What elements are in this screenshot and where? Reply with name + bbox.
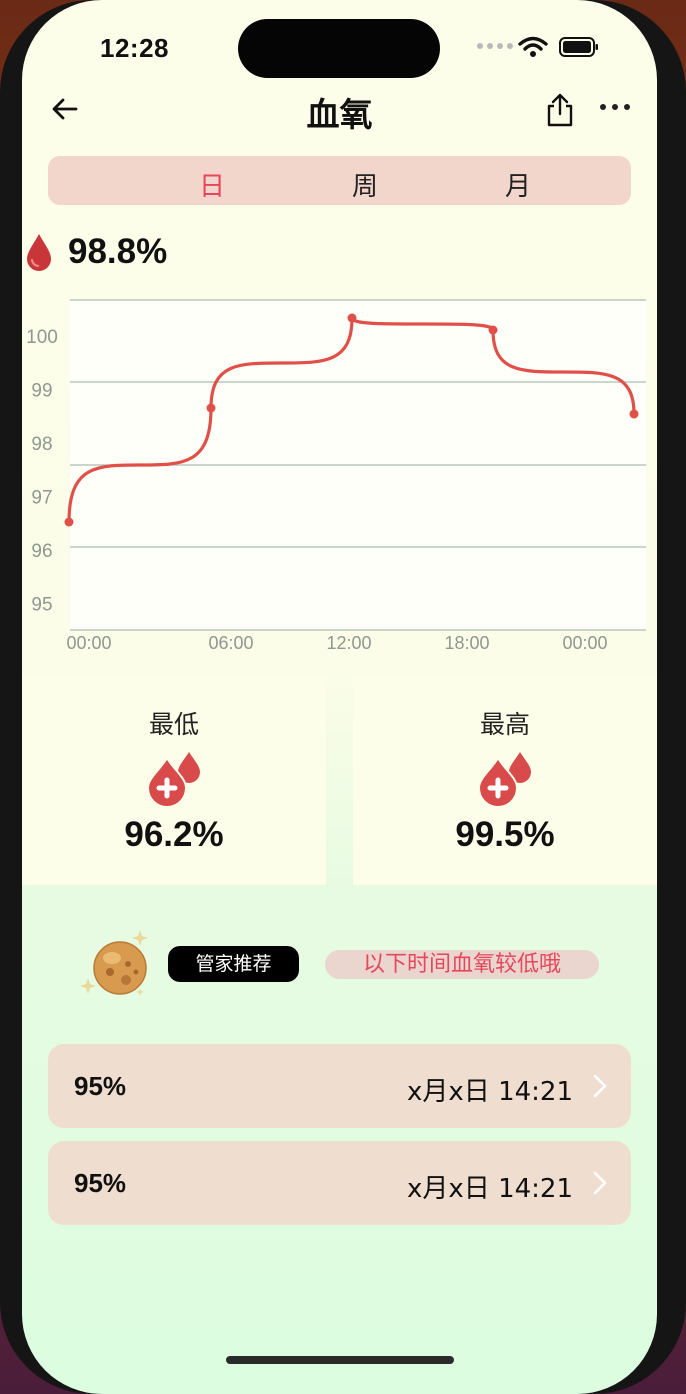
more-icon[interactable] — [600, 104, 630, 110]
battery-icon — [559, 37, 598, 57]
min-value: 96.2% — [124, 815, 224, 854]
max-label: 最高 — [479, 710, 530, 739]
status-time: 12:28 — [100, 33, 169, 63]
wifi-icon — [518, 36, 548, 57]
max-value: 99.5% — [455, 815, 555, 854]
y-tick-label: 100 — [26, 327, 58, 348]
oxygen-drops-icon — [477, 752, 531, 806]
record-time: x月x日 14:21 — [407, 1174, 573, 1204]
data-point — [488, 325, 498, 335]
y-tick-label: 96 — [31, 541, 52, 562]
chevron-right-icon — [593, 1074, 607, 1098]
y-tick-label: 97 — [31, 488, 52, 509]
x-tick-label: 18:00 — [444, 633, 489, 653]
x-tick-label: 06:00 — [208, 633, 253, 653]
x-tick-label: 12:00 — [326, 633, 371, 653]
app-screen: 12:28 血氧 日 周 月 98.8% 100 99 98 97 96 95 … — [22, 0, 657, 1394]
data-point — [206, 403, 216, 413]
y-tick-label: 95 — [31, 595, 52, 616]
record-value: 95% — [74, 1071, 127, 1101]
phone-frame: 12:28 血氧 日 周 月 98.8% 100 99 98 97 96 95 … — [0, 0, 686, 1394]
oxygen-drops-icon — [146, 752, 200, 806]
low-oxygen-note: 以下时间血氧较低哦 — [325, 950, 599, 979]
min-label: 最低 — [148, 710, 199, 739]
share-icon[interactable] — [544, 92, 576, 128]
home-indicator — [226, 1356, 454, 1364]
tab-day[interactable]: 日 — [182, 166, 242, 203]
data-point — [64, 517, 74, 527]
current-spo2-value: 98.8% — [68, 232, 168, 271]
chevron-right-icon — [593, 1171, 607, 1195]
tab-month[interactable]: 月 — [488, 166, 548, 203]
period-segmented-control: 日 周 月 — [48, 156, 631, 205]
x-tick-label: 00:00 — [66, 633, 111, 653]
butler-mascot-icon — [80, 930, 148, 996]
data-point — [629, 409, 639, 419]
record-time: x月x日 14:21 — [407, 1077, 573, 1107]
record-value: 95% — [74, 1168, 127, 1198]
signal-icon — [477, 43, 513, 49]
record-row[interactable]: 95% x月x日 14:21 — [48, 1044, 631, 1128]
min-stat-card: 最低 96.2% — [22, 675, 326, 885]
x-tick-label: 00:00 — [562, 633, 607, 653]
record-row[interactable]: 95% x月x日 14:21 — [48, 1141, 631, 1225]
spo2-line-chart: 100 99 98 97 96 95 00:00 06:00 12:00 18:00 00:00 — [26, 299, 646, 653]
blood-drop-icon — [27, 234, 51, 271]
data-point — [347, 313, 357, 323]
dynamic-island — [238, 19, 440, 78]
butler-recommend-badge: 管家推荐 — [168, 946, 299, 982]
tab-week[interactable]: 周 — [335, 166, 395, 203]
y-tick-label: 98 — [31, 434, 52, 455]
max-stat-card: 最高 99.5% — [353, 675, 657, 885]
y-tick-label: 99 — [31, 381, 52, 402]
